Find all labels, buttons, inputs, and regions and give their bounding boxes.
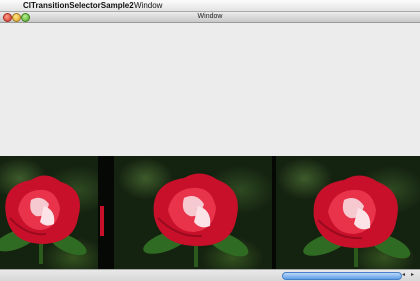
rose-edge-slice <box>100 206 104 236</box>
window-content-area <box>0 23 420 156</box>
scroll-right-arrow-icon[interactable]: ▸ <box>411 271 414 279</box>
menu-app-name[interactable]: CITransitionSelectorSample2 <box>23 0 134 11</box>
rose-image-frame-2 <box>114 156 272 269</box>
window-title-bar[interactable]: Window <box>0 12 420 23</box>
window-title: Window <box>197 13 223 20</box>
minimize-window-button[interactable] <box>12 13 21 22</box>
rose-image <box>143 173 249 267</box>
rose-image-frame-3 <box>276 156 420 269</box>
zoom-window-button[interactable] <box>21 13 30 22</box>
close-window-button[interactable] <box>3 13 12 22</box>
rose-image <box>303 175 411 267</box>
menu-bar: CITransitionSelectorSample2 Window <box>0 0 420 12</box>
horizontal-scrollbar[interactable]: ◂ ▸ <box>0 269 420 281</box>
scroll-left-arrow-icon[interactable]: ◂ <box>402 271 405 279</box>
scrollbar-thumb[interactable] <box>282 272 402 280</box>
rose-image <box>0 175 87 264</box>
transition-image-strip <box>0 156 420 269</box>
rose-image-frame-1 <box>0 156 98 269</box>
frame-divider <box>98 156 114 269</box>
menu-window[interactable]: Window <box>134 0 162 11</box>
